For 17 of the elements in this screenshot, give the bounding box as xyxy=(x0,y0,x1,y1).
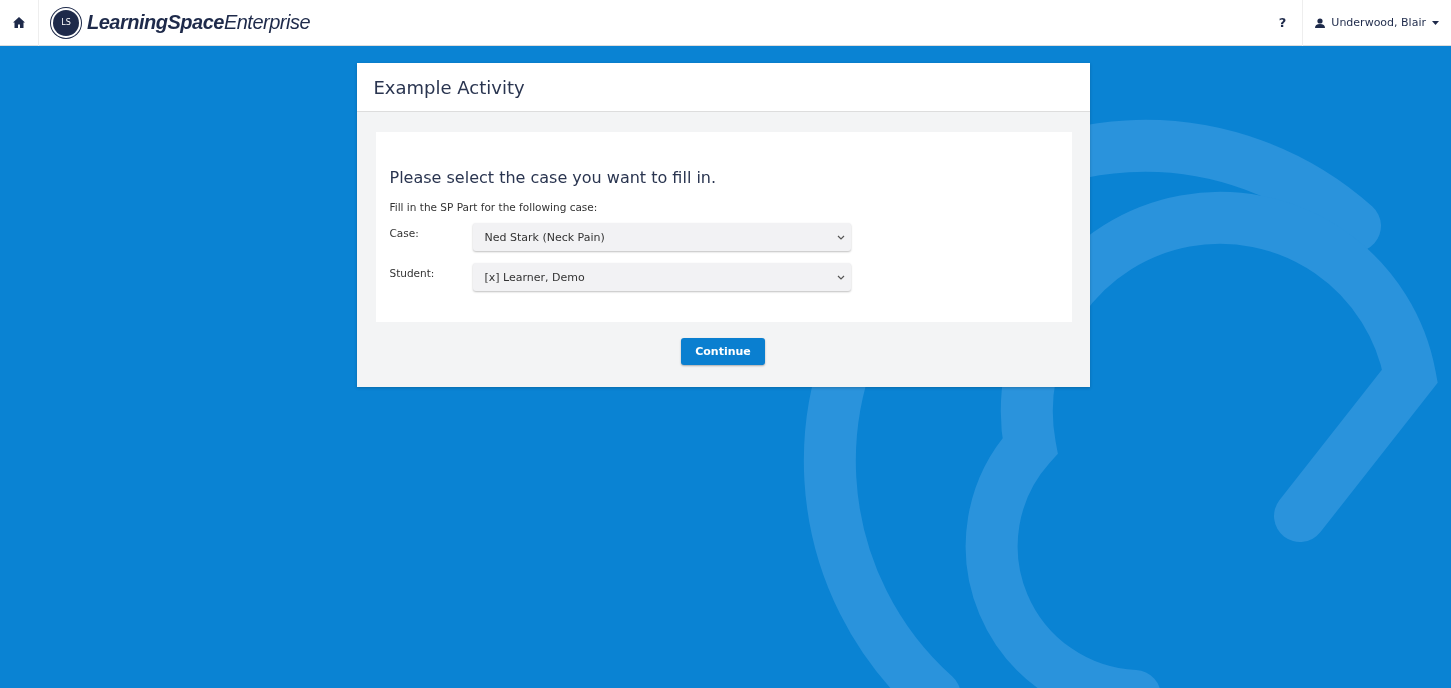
home-icon[interactable] xyxy=(13,17,25,28)
dropdown-field[interactable]: Ned Stark (Neck Pain) xyxy=(472,223,851,251)
field-label: Case: xyxy=(389,227,420,239)
card-title: Example Activity xyxy=(356,63,1090,112)
chevron-icon xyxy=(836,234,845,240)
caret-icon xyxy=(1432,20,1439,25)
user-menu[interactable]: Underwood, Blair xyxy=(1303,16,1451,29)
help-link[interactable]: ? xyxy=(1262,0,1304,46)
chevron-icon xyxy=(836,274,845,280)
dropdown-field[interactable]: [x] Learner, Demo xyxy=(472,263,851,291)
logo-badge: LS xyxy=(53,9,79,36)
person-icon xyxy=(1315,17,1326,28)
form-heading: Please select the case you want to fill in. xyxy=(389,168,718,187)
instruction-text: Fill in the SP Part for the following case: xyxy=(389,201,599,213)
field-label: Student: xyxy=(389,267,436,279)
logo-text: LearningSpaceEnterprise xyxy=(87,11,311,34)
continue-button[interactable]: Continue xyxy=(681,338,765,365)
